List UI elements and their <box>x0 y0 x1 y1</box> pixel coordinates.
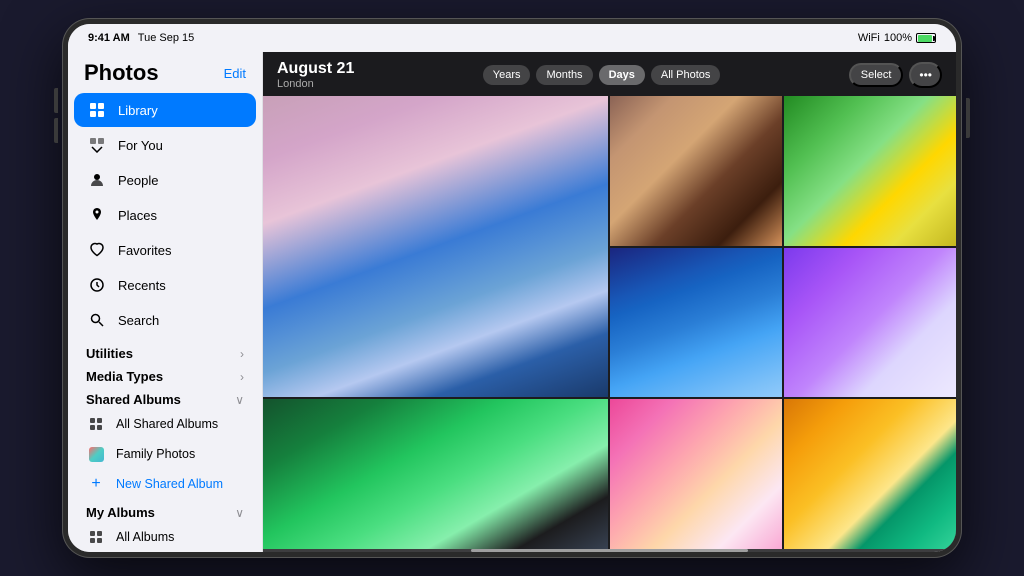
years-button[interactable]: Years <box>483 65 531 85</box>
photo-cell-tr2[interactable] <box>784 96 956 246</box>
battery-icon <box>916 33 936 43</box>
tablet-screen: 9:41 AM Tue Sep 15 WiFi 100% Photos Edit <box>68 24 956 552</box>
people-label: People <box>118 173 158 188</box>
photo-cell-mr2[interactable] <box>784 248 956 398</box>
photo-cell-main[interactable] <box>263 96 608 397</box>
new-shared-album-icon: + <box>86 474 106 494</box>
media-types-section-header: Media Types › <box>68 363 262 386</box>
sidebar-item-people[interactable]: People <box>74 163 256 197</box>
photo-cell-br2[interactable] <box>784 399 956 549</box>
sidebar-item-recents[interactable]: Recents <box>74 268 256 302</box>
search-label: Search <box>118 313 159 328</box>
for-you-label: For You <box>118 138 163 153</box>
shared-albums-chevron[interactable]: ∨ <box>235 393 244 407</box>
volume-down-button[interactable] <box>54 118 58 143</box>
sidebar-item-family-photos[interactable]: Family Photos <box>68 439 262 469</box>
photo-cell-br1[interactable] <box>610 399 782 549</box>
all-shared-albums-label: All Shared Albums <box>116 417 218 431</box>
recents-label: Recents <box>118 278 166 293</box>
sidebar-item-places[interactable]: Places <box>74 198 256 232</box>
sidebar-item-favorites[interactable]: Favorites <box>74 233 256 267</box>
status-date: Tue Sep 15 <box>138 32 194 44</box>
my-albums-chevron[interactable]: ∨ <box>235 506 244 520</box>
people-icon <box>86 169 108 191</box>
more-button[interactable]: ••• <box>909 62 942 88</box>
power-button[interactable] <box>966 98 970 138</box>
photo-date-info: August 21 London <box>277 60 354 90</box>
sidebar-item-all-albums[interactable]: All Albums <box>68 522 262 552</box>
my-albums-section-header: My Albums ∨ <box>68 499 262 522</box>
all-photos-button[interactable]: All Photos <box>651 65 721 85</box>
sidebar-scroll: Library For You <box>68 90 262 552</box>
utilities-chevron[interactable]: › <box>240 347 244 361</box>
utilities-section-header: Utilities › <box>68 340 262 363</box>
photo-nav: Years Months Days All Photos <box>483 65 721 85</box>
recents-icon <box>86 274 108 296</box>
all-albums-icon <box>86 527 106 547</box>
sidebar-item-all-shared-albums[interactable]: All Shared Albums <box>68 409 262 439</box>
shared-albums-title: Shared Albums <box>86 392 181 407</box>
days-button[interactable]: Days <box>599 65 645 85</box>
sidebar-header: Photos Edit <box>68 52 262 90</box>
shared-albums-section-header: Shared Albums ∨ <box>68 386 262 409</box>
sidebar-nav-section: Library For You <box>68 90 262 340</box>
places-label: Places <box>118 208 157 223</box>
status-time: 9:41 AM <box>88 32 130 44</box>
photo-cell-bl[interactable] <box>263 399 608 549</box>
for-you-icon <box>86 134 108 156</box>
edit-button[interactable]: Edit <box>224 66 246 81</box>
search-icon <box>86 309 108 331</box>
photo-scrollbar-thumb <box>471 549 748 552</box>
photo-scrollbar[interactable] <box>263 549 956 552</box>
status-icons: WiFi 100% <box>858 32 936 44</box>
my-albums-title: My Albums <box>86 505 155 520</box>
sidebar: Photos Edit <box>68 52 263 552</box>
sidebar-title: Photos <box>84 60 159 86</box>
places-icon <box>86 204 108 226</box>
media-types-chevron[interactable]: › <box>240 370 244 384</box>
sidebar-item-new-shared-album[interactable]: + New Shared Album <box>68 469 262 499</box>
photo-cell-mr1[interactable] <box>610 248 782 398</box>
sidebar-item-for-you[interactable]: For You <box>74 128 256 162</box>
wifi-icon: WiFi <box>858 32 880 44</box>
utilities-title: Utilities <box>86 346 133 361</box>
photo-header: August 21 London Years Months Days All P… <box>263 52 956 96</box>
photo-date-subtitle: London <box>277 78 354 90</box>
photo-area: August 21 London Years Months Days All P… <box>263 52 956 552</box>
status-bar: 9:41 AM Tue Sep 15 WiFi 100% <box>68 24 956 52</box>
photo-cell-tr1[interactable] <box>610 96 782 246</box>
all-albums-label: All Albums <box>116 530 174 544</box>
photo-date-title: August 21 <box>277 60 354 78</box>
favorites-label: Favorites <box>118 243 171 258</box>
tablet-device: 9:41 AM Tue Sep 15 WiFi 100% Photos Edit <box>62 18 962 558</box>
family-photos-icon <box>86 444 106 464</box>
months-button[interactable]: Months <box>536 65 592 85</box>
media-types-title: Media Types <box>86 369 163 384</box>
volume-up-button[interactable] <box>54 88 58 113</box>
all-shared-albums-icon <box>86 414 106 434</box>
library-label: Library <box>118 103 158 118</box>
select-button[interactable]: Select <box>849 63 904 87</box>
favorites-icon <box>86 239 108 261</box>
main-content: Photos Edit <box>68 52 956 552</box>
sidebar-item-search[interactable]: Search <box>74 303 256 337</box>
battery-percentage: 100% <box>884 32 912 44</box>
new-shared-album-label: New Shared Album <box>116 477 223 491</box>
photo-grid <box>263 96 956 549</box>
sidebar-item-library[interactable]: Library <box>74 93 256 127</box>
library-icon <box>86 99 108 121</box>
family-photos-label: Family Photos <box>116 447 195 461</box>
